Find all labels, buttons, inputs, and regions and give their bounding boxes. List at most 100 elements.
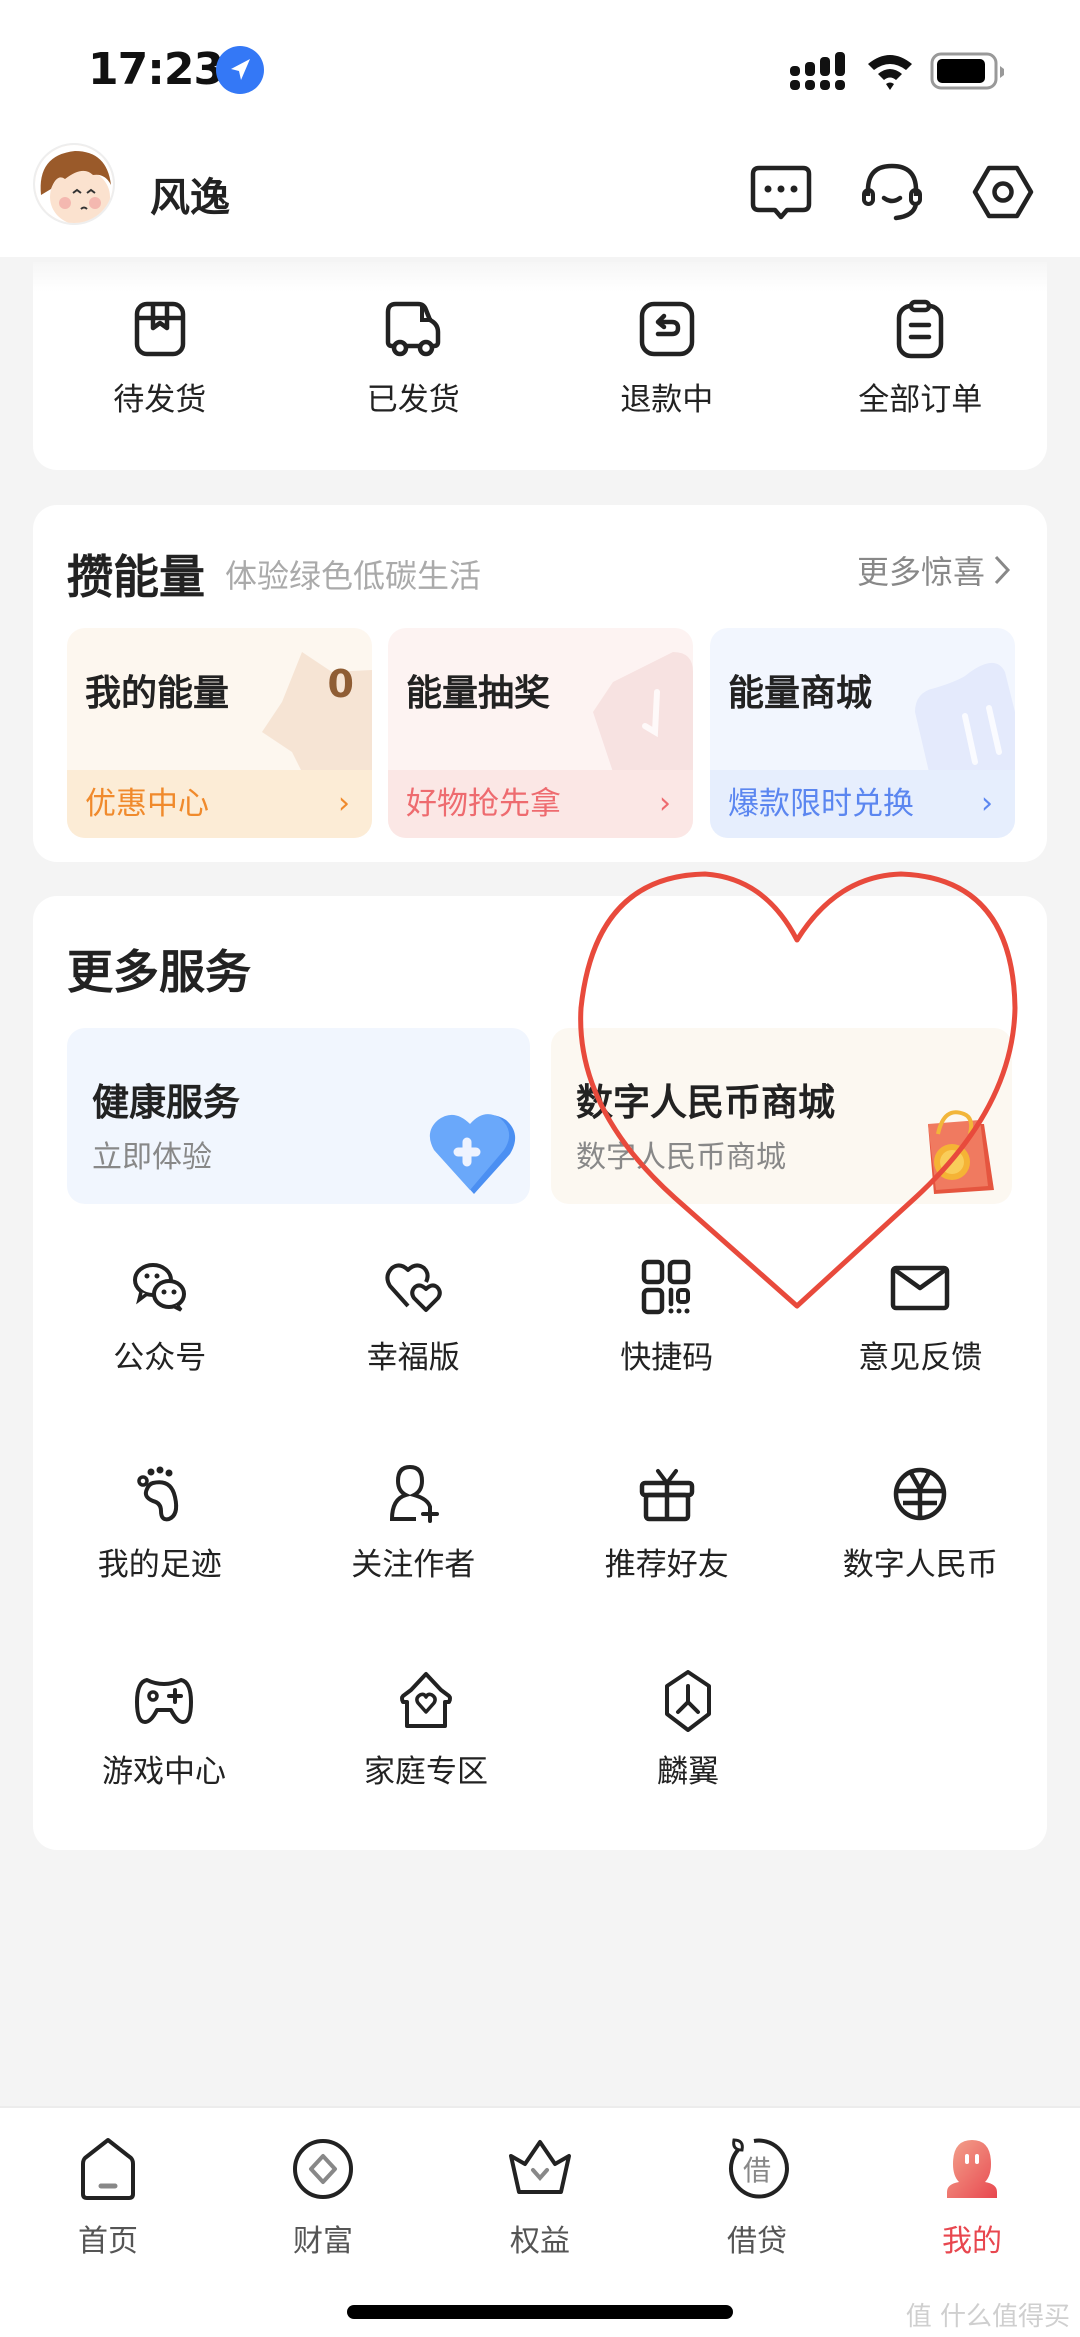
nav-label: 首页 <box>78 2224 138 2259</box>
chevron-right-icon: › <box>338 786 350 821</box>
orders-item-label: 全部订单 <box>858 382 983 418</box>
service-item[interactable]: 幸福版 <box>287 1256 541 1377</box>
truck-icon <box>386 301 441 357</box>
health-heart-icon <box>429 1114 516 1194</box>
more-services-title: 更多服务 <box>67 945 251 999</box>
wealth-icon <box>293 2139 353 2199</box>
orders-item-label: 待发货 <box>113 382 207 418</box>
service-item[interactable]: 我的足迹 <box>33 1463 287 1584</box>
nav-tab-benefits[interactable]: 权益 <box>465 2136 615 2260</box>
profile-icon <box>947 2140 997 2198</box>
service-item[interactable]: 数字人民币 <box>794 1463 1048 1584</box>
orders-item-shipped[interactable]: 已发货 <box>287 298 541 419</box>
nav-tab-mine[interactable]: 我的 <box>897 2136 1047 2260</box>
nav-label: 财富 <box>293 2224 353 2259</box>
energy-card-footer: 爆款限时兑换 <box>710 770 1015 838</box>
more-surprises-link[interactable]: 更多惊喜 <box>857 547 1013 593</box>
featured-card-subtitle: 立即体验 <box>92 1140 212 1175</box>
username[interactable]: 风逸 <box>150 165 230 223</box>
orders-item-label: 退款中 <box>620 382 714 418</box>
loan-icon: 借 <box>729 2138 789 2199</box>
orders-item-all[interactable]: 全部订单 <box>794 298 1048 419</box>
heart-annotation-icon <box>578 871 1018 1309</box>
service-item[interactable]: 关注作者 <box>287 1463 541 1584</box>
service-item[interactable]: 推荐好友 <box>540 1463 794 1584</box>
service-label: 推荐好友 <box>604 1547 729 1583</box>
signal-icon <box>790 52 845 90</box>
energy-card-title: 能量商城 <box>728 673 873 714</box>
home-icon <box>81 2138 135 2200</box>
chevron-right-icon: › <box>659 786 671 821</box>
nav-tab-wealth[interactable]: 财富 <box>248 2136 398 2260</box>
nav-label: 我的 <box>942 2224 1002 2259</box>
service-label: 意见反馈 <box>858 1340 983 1376</box>
status-bar: 17:23 <box>0 0 1080 140</box>
status-time: 17:23 <box>88 44 224 95</box>
service-label: 数字人民币 <box>842 1547 998 1583</box>
service-label: 幸福版 <box>366 1340 460 1376</box>
footprint-icon <box>137 1466 178 1522</box>
clipboard-icon <box>897 299 944 359</box>
wifi-icon <box>868 55 912 90</box>
chevron-right-icon: › <box>981 786 993 821</box>
service-item[interactable]: 游戏中心 <box>33 1670 295 1791</box>
shop-decoration-icon <box>915 662 1015 772</box>
nav-tab-loan[interactable]: 借 借贷 <box>682 2136 832 2260</box>
energy-card-mall[interactable]: 能量商城 爆款限时兑换 › <box>710 628 1015 838</box>
avatar[interactable] <box>33 143 115 225</box>
service-item[interactable]: 麟翼 <box>557 1670 819 1791</box>
nav-label: 权益 <box>510 2224 570 2259</box>
service-label: 我的足迹 <box>97 1547 222 1583</box>
energy-card-my-energy[interactable]: 我的能量 0 优惠中心 › <box>67 628 372 838</box>
add-user-icon <box>390 1465 440 1523</box>
star-decoration-icon <box>262 652 372 772</box>
service-label: 游戏中心 <box>102 1754 226 1790</box>
energy-value: 0 <box>327 662 354 706</box>
svg-text:借: 借 <box>743 2154 771 2187</box>
battery-icon <box>930 52 1004 90</box>
orders-item-pending-shipment[interactable]: 待发货 <box>33 298 287 419</box>
nav-label: 借贷 <box>727 2224 787 2259</box>
energy-subtitle: 体验绿色低碳生活 <box>225 557 482 595</box>
ticket-decoration-icon <box>593 652 693 772</box>
orders-item-refunding[interactable]: 退款中 <box>540 298 794 419</box>
hexagon-logo-icon <box>665 1670 711 1732</box>
refund-icon <box>639 301 694 357</box>
message-icon[interactable] <box>749 160 813 224</box>
service-label: 关注作者 <box>351 1547 476 1583</box>
featured-card-health[interactable]: 健康服务 立即体验 <box>67 1028 530 1204</box>
settings-icon[interactable] <box>971 160 1035 224</box>
energy-card-footer: 好物抢先拿 <box>388 770 693 838</box>
service-label: 家庭专区 <box>364 1754 488 1790</box>
energy-card-lottery[interactable]: 能量抽奖 好物抢先拿 › <box>388 628 693 838</box>
yuan-coin-icon <box>894 1467 947 1521</box>
orders-item-label: 已发货 <box>366 382 460 418</box>
customer-service-icon[interactable] <box>860 160 924 224</box>
service-item[interactable]: 公众号 <box>33 1256 287 1377</box>
service-label: 公众号 <box>113 1340 207 1376</box>
double-heart-icon <box>385 1263 442 1312</box>
service-label: 麟翼 <box>657 1754 719 1790</box>
energy-card-title: 我的能量 <box>85 673 230 714</box>
service-label: 快捷码 <box>620 1340 714 1376</box>
featured-card-title: 健康服务 <box>92 1081 240 1124</box>
more-surprises-label: 更多惊喜 <box>856 553 985 591</box>
services-row-2: 我的足迹 关注作者 推荐好友 数字人民币 <box>33 1463 1047 1584</box>
gift-icon <box>639 1469 694 1522</box>
crown-icon <box>509 2140 571 2194</box>
location-icon <box>216 46 264 94</box>
nav-tab-home[interactable]: 首页 <box>33 2136 183 2260</box>
gamepad-icon <box>135 1678 193 1724</box>
service-item[interactable]: 家庭专区 <box>295 1670 557 1791</box>
orders-row: 待发货 已发货 退款中 全部订单 <box>33 298 1047 419</box>
watermark: 值 什么值得买 <box>905 2302 1070 2332</box>
wechat-icon <box>132 1263 186 1312</box>
energy-title: 攒能量 <box>67 550 205 604</box>
chevron-right-icon <box>994 555 1011 585</box>
orders-card: 待发货 已发货 退款中 全部订单 <box>33 262 1047 470</box>
home-heart-icon <box>400 1672 452 1728</box>
energy-card-title: 能量抽奖 <box>406 673 551 714</box>
package-icon <box>134 301 185 357</box>
services-row-3: 游戏中心 家庭专区 麟翼 <box>33 1670 1047 1791</box>
energy-card-footer: 优惠中心 <box>67 770 372 838</box>
